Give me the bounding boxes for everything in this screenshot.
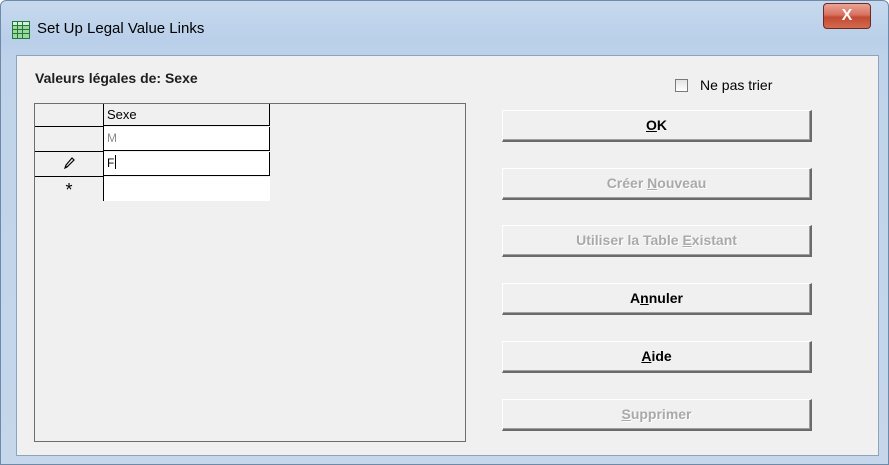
create-new-text-pre: Créer <box>606 175 648 191</box>
column-header-sexe[interactable]: Sexe <box>104 104 270 126</box>
create-new-text-post: ouveau <box>657 175 707 191</box>
help-button[interactable]: Aide <box>502 341 812 373</box>
text-caret <box>115 155 117 169</box>
delete-button[interactable]: Supprimer <box>502 399 812 431</box>
pencil-icon <box>63 157 75 170</box>
use-existing-accel: E <box>682 232 692 248</box>
row-selector-2[interactable] <box>35 152 104 177</box>
cancel-text-post: nuler <box>648 290 683 306</box>
help-text-post: ide <box>651 348 672 364</box>
grid-app-icon <box>12 21 30 39</box>
grid-cell-row-1[interactable]: M <box>104 127 270 151</box>
ok-accel: O <box>645 117 657 133</box>
title-bar[interactable]: Set Up Legal Value Links X <box>1 1 888 49</box>
use-existing-text-post: xistant <box>691 232 737 248</box>
cancel-accel: n <box>640 290 649 306</box>
use-existing-table-button[interactable]: Utiliser la Table Existant <box>502 225 812 257</box>
cancel-text-pre: A <box>630 290 641 306</box>
delete-text-post: upprimer <box>630 406 692 422</box>
legal-values-grid[interactable]: Sexe M F * <box>34 103 466 442</box>
no-sort-label[interactable]: Ne pas trier <box>700 77 772 93</box>
no-sort-checkbox[interactable] <box>675 79 688 92</box>
dialog-body: Valeurs légales de: Sexe Sexe M F * Ne p… <box>16 55 879 456</box>
cell-text: F <box>107 156 115 170</box>
create-new-accel: N <box>647 175 658 191</box>
create-new-button[interactable]: Créer Nouveau <box>502 168 812 200</box>
help-accel: A <box>641 348 652 364</box>
row-selector-1[interactable] <box>35 127 104 152</box>
cancel-button[interactable]: Annuler <box>502 283 812 315</box>
grid-cell-row-2[interactable]: F <box>104 152 270 176</box>
close-button[interactable]: X <box>823 3 871 29</box>
grid-cell-new-row[interactable] <box>104 177 270 201</box>
ok-button[interactable]: OK <box>502 110 812 142</box>
asterisk-icon: * <box>65 180 73 200</box>
use-existing-text-pre: Utiliser la Table <box>576 232 683 248</box>
new-row-selector[interactable]: * <box>35 177 104 201</box>
legal-values-label: Valeurs légales de: Sexe <box>35 70 198 86</box>
window-title: Set Up Legal Value Links <box>37 20 205 37</box>
close-icon: X <box>841 7 853 24</box>
delete-accel: S <box>621 406 631 422</box>
dialog-window: Set Up Legal Value Links X Valeurs légal… <box>0 0 889 465</box>
grid-corner-header[interactable] <box>35 104 104 127</box>
ok-text-post: K <box>656 117 667 133</box>
